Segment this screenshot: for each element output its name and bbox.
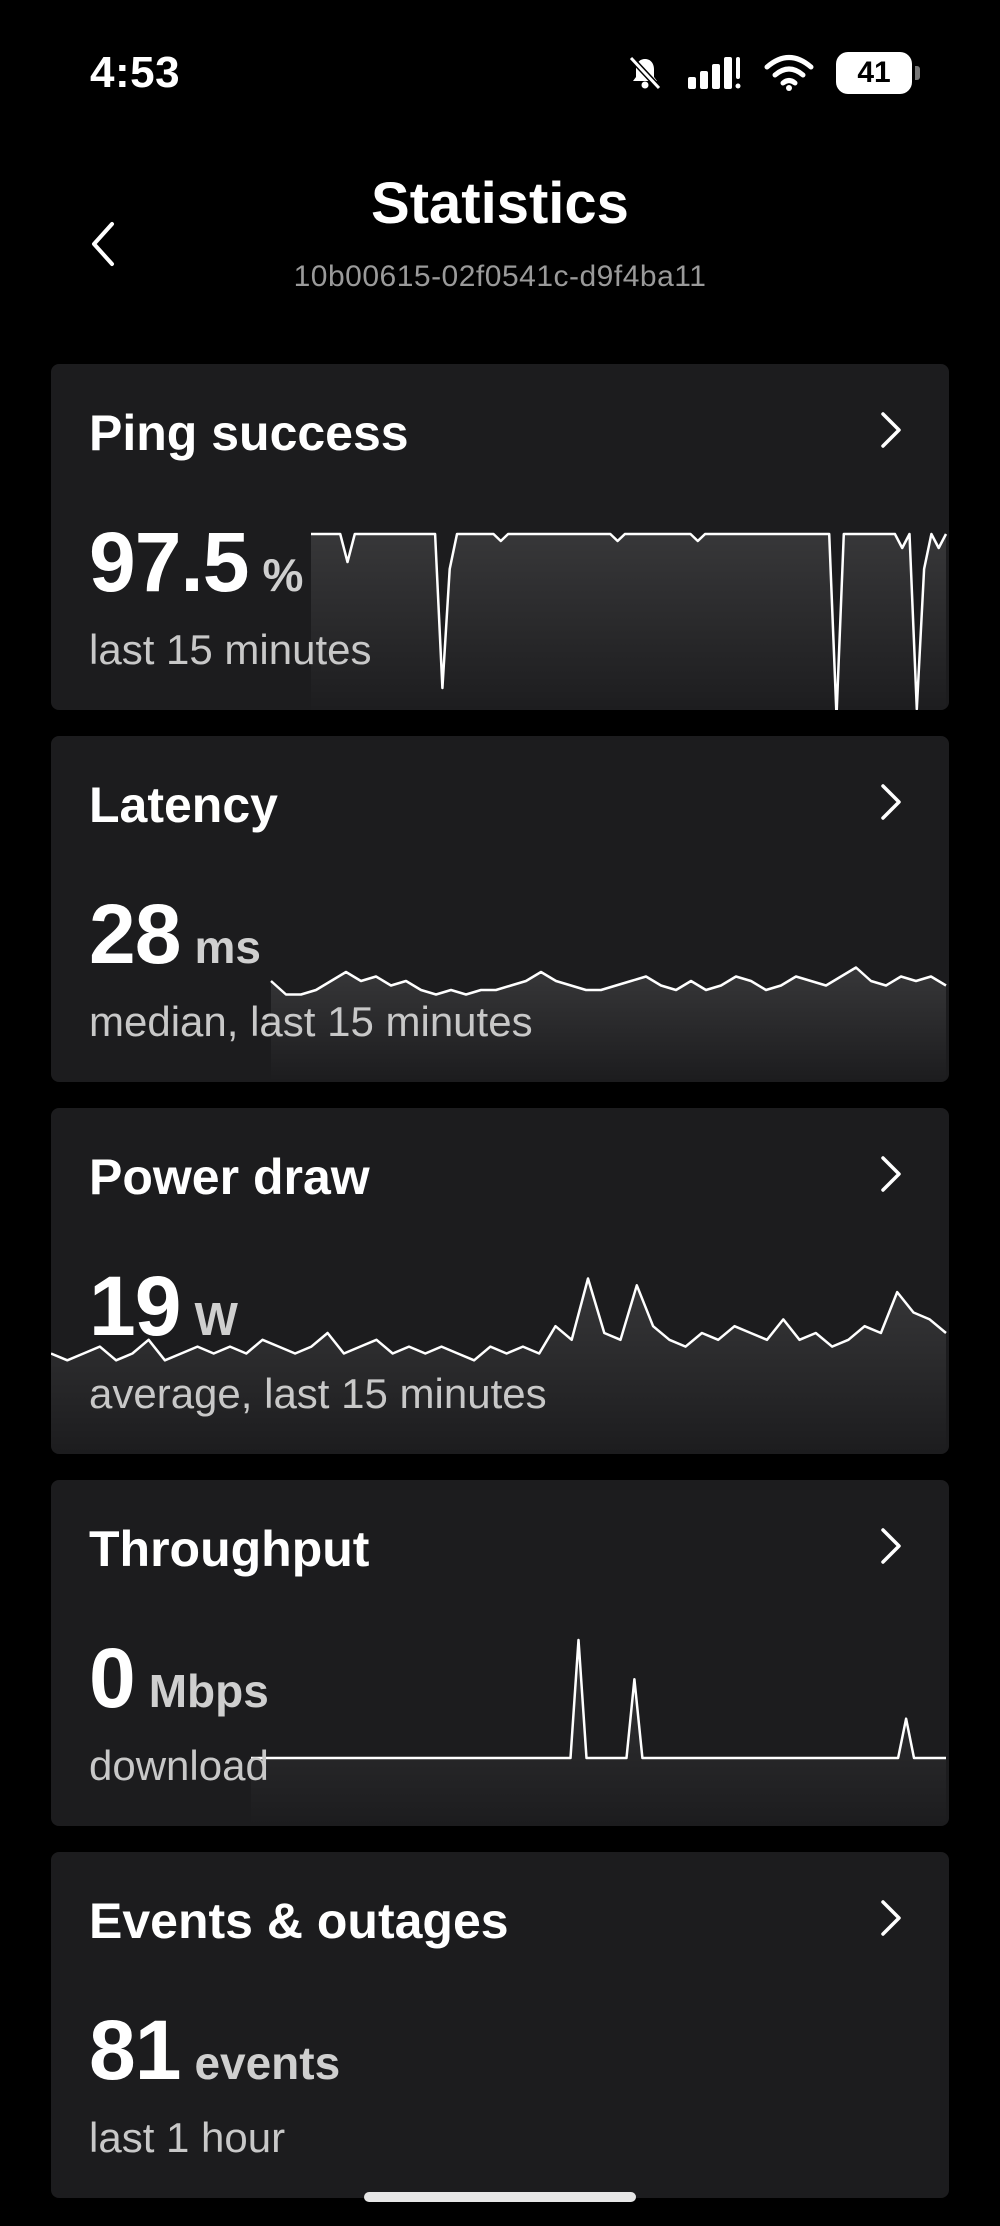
sparkline-area [311,534,946,710]
status-time: 4:53 [90,48,181,97]
battery-level: 41 [857,56,891,89]
card-subtitle: download [89,1742,269,1789]
card-subtitle: median, last 15 minutes [89,998,533,1045]
wifi-icon [764,55,814,91]
cellular-signal-icon [688,57,741,89]
device-id: 10b00615-02f0541c-d9f4ba11 [293,260,707,293]
chevron-right-icon [881,1528,901,1564]
events-outages-card[interactable]: Events & outages 81 events last 1 hour [51,1852,949,2198]
card-value: 97.5 % [89,514,303,611]
card-title: Ping success [89,405,409,461]
throughput-card[interactable]: Throughput 0 Mbps download [51,1480,949,1826]
card-subtitle: last 1 hour [89,2114,286,2161]
home-indicator[interactable] [364,2192,636,2202]
muted-bell-icon [628,55,662,91]
battery-icon: 41 [836,52,920,94]
card-subtitle: average, last 15 minutes [89,1370,547,1417]
card-title: Latency [89,777,278,833]
card-value: 81 events [89,2002,340,2099]
nav-header: Statistics 10b00615-02f0541c-d9f4ba11 [0,150,1000,310]
card-value: 19 W [89,1258,238,1355]
chevron-right-icon [881,1900,901,1936]
chevron-right-icon [881,412,901,448]
card-title: Events & outages [89,1893,509,1949]
card-subtitle: last 15 minutes [89,626,372,673]
value-number: 0 [89,1631,136,1725]
card-title: Throughput [89,1521,370,1577]
chevron-right-icon [881,1156,901,1192]
value-number: 97.5 [89,515,249,609]
ping-success-card[interactable]: Ping success 97.5 % last 15 minutes [51,364,949,710]
sparkline-area [251,1640,946,1826]
card-title: Power draw [89,1149,370,1205]
value-unit: W [194,1293,238,1345]
latency-card[interactable]: Latency 28 ms median, last 15 minutes [51,736,949,1082]
value-number: 28 [89,887,181,981]
value-number: 19 [89,1259,181,1353]
status-bar: 4:53 41 [0,0,1000,130]
value-number: 81 [89,2003,181,2097]
power-draw-card[interactable]: Power draw 19 W average, last 15 minutes [51,1108,949,1454]
page-title: Statistics [371,171,629,236]
value-unit: events [194,2037,341,2089]
sparkline-line [251,1638,946,1760]
status-icons: 41 [626,52,920,94]
value-unit: % [262,549,304,601]
value-unit: Mbps [148,1665,269,1717]
chevron-right-icon [881,784,901,820]
card-value: 0 Mbps [89,1630,269,1727]
value-unit: ms [194,921,261,973]
card-value: 28 ms [89,886,261,983]
